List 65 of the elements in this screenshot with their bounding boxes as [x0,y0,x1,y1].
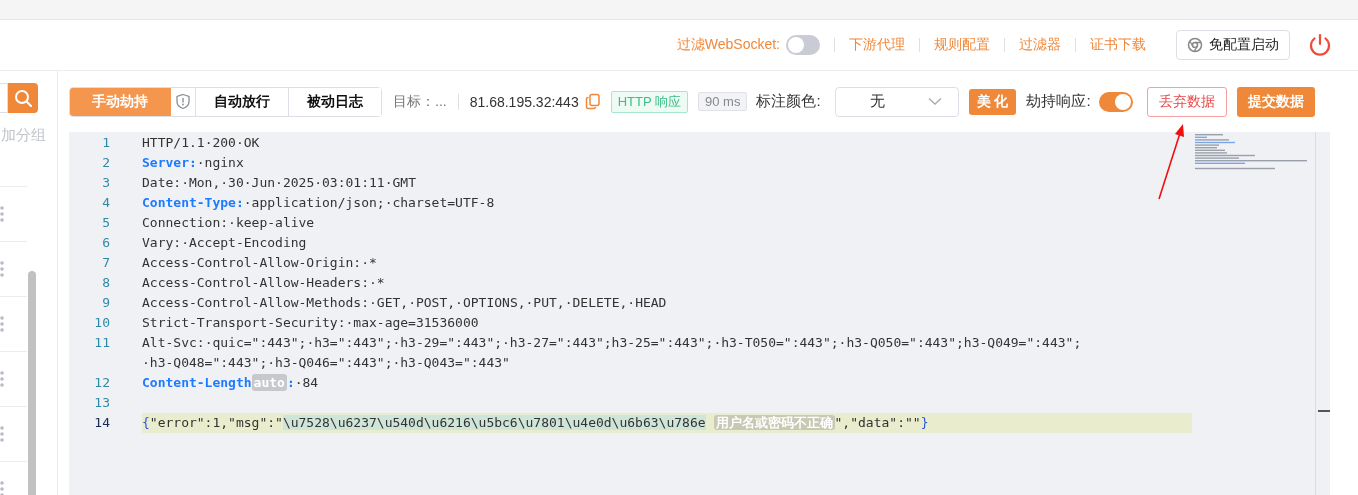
target-label: 目标：... [393,92,447,111]
power-icon[interactable] [1308,33,1332,57]
line-number: 6 [101,234,110,252]
launch-button[interactable]: 免配置启动 [1176,30,1290,60]
header-link[interactable]: 规则配置 [934,36,990,54]
line-number: 10 [93,314,110,332]
browser-icon [1187,37,1203,53]
mark-color-label: 标注颜色: [756,92,821,111]
line-number: 1 [101,134,110,152]
more-icon [0,426,4,442]
header-link[interactable]: 下游代理 [849,36,905,54]
discard-button[interactable]: 丢弃数据 [1146,86,1227,117]
chevron-down-icon [927,97,942,106]
more-icon [0,481,4,495]
add-group-hint: 加分组 [1,126,47,145]
line-number: 8 [101,274,110,292]
toggle-switch[interactable] [1098,91,1133,112]
code-line: Strict-Transport-Security:·max-age=31536000 [142,314,480,332]
code-line: Content-Length auto:·84 [142,373,320,393]
code-line: Content-Type:·application/json;·charset=UTF-8 [142,194,496,212]
duration-tag: 90 ms [698,92,748,111]
line-number: 12 [93,374,110,392]
more-icon [0,206,4,222]
target-address: 81.68.195.32:443 [469,93,579,110]
code-line: Date:·Mon,·30·Jun·2025·03:01:11·GMT [142,174,417,192]
line-number: 9 [101,294,110,312]
line-number: 7 [101,254,110,272]
more-icon [0,371,4,387]
code-line: Alt-Svc:·quic=":443";·h3=":443";·h3-29=":443";·h3-27=":443";h3-25=":443";·h3-T050=":443";·h3-Q050=":443";h3-Q049=":443";·h3-Q048=":443";·h3-Q046=":443";·h3-Q043=":443" [142,334,1083,372]
mode-tab[interactable]: 手动劫持 [70,87,170,116]
search-field[interactable] [0,83,8,113]
more-icon [0,261,4,277]
websocket-filter-label: 过滤WebSocket: [676,36,780,54]
line-number: 4 [101,194,110,212]
code-line: Connection:·keep-alive [142,214,316,232]
submit-button[interactable]: 提交数据 [1236,86,1315,117]
line-number: 13 [93,394,110,412]
line-number: 3 [101,174,110,192]
search-icon [14,89,32,107]
toggle-switch[interactable] [786,35,820,55]
code-line: Access-Control-Allow-Headers:·* [142,274,386,292]
code-line: Access-Control-Allow-Origin:·* [142,254,378,272]
scrollbar-thumb[interactable] [28,271,36,495]
scroll-marker [1318,410,1330,412]
line-number: 5 [101,214,110,232]
line-number: 11 [93,334,110,352]
search-button[interactable] [8,83,38,113]
code-line: Access-Control-Allow-Methods:·GET,·POST,·OPTIONS,·PUT,·DELETE,·HEAD [142,294,668,312]
more-icon [0,316,4,332]
beautify-button[interactable]: 美 化 [968,88,1017,115]
line-number: 2 [101,154,110,172]
response-type-tag: HTTP 响应 [610,90,688,113]
line-number: 14 [93,414,110,432]
code-line: Server:·nginx [142,154,245,172]
copy-icon[interactable] [584,93,601,110]
header-link[interactable]: 证书下载 [1090,36,1146,54]
shield-icon [175,93,191,110]
code-line: HTTP/1.1·200·OK [142,134,261,152]
mode-tab[interactable]: 被动日志 [288,87,381,116]
auto-badge: auto [251,374,287,391]
mark-color-select[interactable]: 无 [834,86,959,117]
decoded-text-tag: 用户名或密码不正确 [713,415,835,430]
intercept-response-label: 劫持响应: [1026,92,1091,111]
code-line: Vary:·Accept-Encoding [142,234,308,252]
header-link[interactable]: 过滤器 [1019,36,1061,54]
